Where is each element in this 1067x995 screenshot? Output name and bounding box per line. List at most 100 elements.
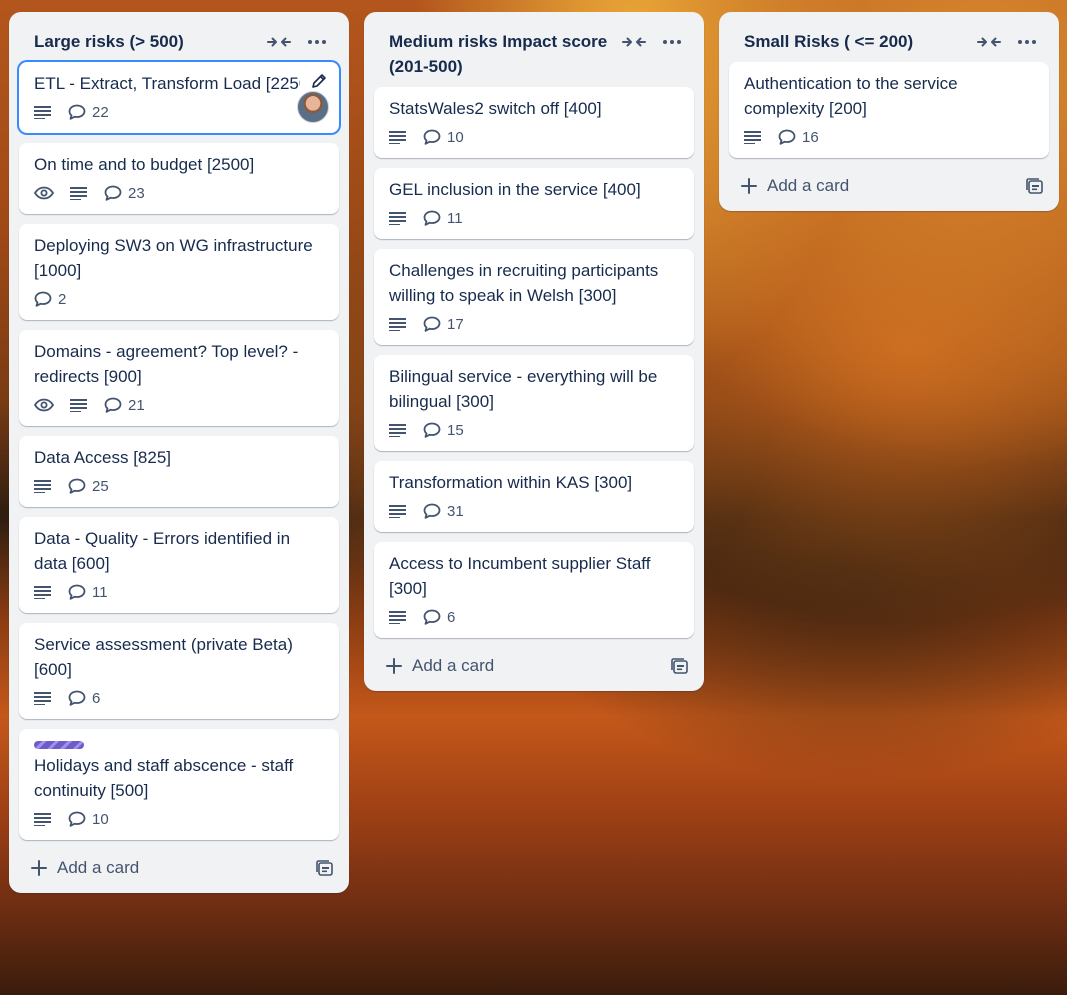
comment-count: 2 [58, 290, 67, 308]
card[interactable]: Access to Incumbent supplier Staff [300]… [374, 542, 694, 638]
list-small-risks: Small Risks ( <= 200) Authentication to … [719, 12, 1059, 211]
card[interactable]: StatsWales2 switch off [400] 10 [374, 87, 694, 158]
ellipsis-icon[interactable] [660, 31, 684, 53]
card[interactable]: On time and to budget [2500] 23 [19, 143, 339, 214]
comment-badge: 2 [34, 291, 66, 308]
card[interactable]: GEL inclusion in the service [400] 11 [374, 168, 694, 239]
card-badges: 15 [389, 419, 679, 441]
comment-count: 31 [447, 502, 464, 520]
card-template-icon[interactable] [1026, 177, 1044, 195]
description-icon [389, 610, 407, 624]
list-header[interactable]: Large risks (> 500) [9, 12, 349, 62]
card[interactable]: Challenges in recruiting participants wi… [374, 249, 694, 345]
card[interactable]: Data Access [825] 25 [19, 436, 339, 507]
list-title[interactable]: Small Risks ( <= 200) [744, 29, 969, 54]
list-header[interactable]: Medium risks Impact score (201-500) [364, 12, 704, 87]
card-label[interactable] [34, 741, 84, 749]
description-icon [70, 186, 88, 200]
description-icon [70, 398, 88, 412]
description-icon [34, 812, 52, 826]
ellipsis-icon[interactable] [1015, 31, 1039, 53]
ellipsis-icon[interactable] [305, 31, 329, 53]
list-header[interactable]: Small Risks ( <= 200) [719, 12, 1059, 62]
collapse-arrows-icon[interactable] [267, 31, 291, 53]
card[interactable]: Authentication to the service complexity… [729, 62, 1049, 158]
card-badges: 23 [34, 182, 324, 204]
card-template-icon[interactable] [671, 657, 689, 675]
card[interactable]: Holidays and staff abscence - staff cont… [19, 729, 339, 840]
card-badges: 11 [389, 207, 679, 229]
comment-icon [423, 503, 441, 519]
list-footer: Add a card [364, 648, 704, 691]
description-icon [389, 317, 407, 331]
list-footer: Add a card [719, 168, 1059, 211]
description-icon [34, 105, 52, 119]
card-template-icon[interactable] [316, 859, 334, 877]
card-title: Bilingual service - everything will be b… [389, 367, 658, 411]
collapse-arrows-icon[interactable] [622, 31, 646, 53]
comment-icon [68, 478, 86, 494]
description-icon [744, 130, 762, 144]
add-card-button[interactable]: Add a card [741, 176, 849, 196]
comment-count: 10 [447, 128, 464, 146]
card-badges: 31 [389, 500, 679, 522]
list-large-risks: Large risks (> 500) ETL - Extract, Trans… [9, 12, 349, 893]
comment-badge: 10 [68, 811, 109, 828]
card[interactable]: Domains - agreement? Top level? - redire… [19, 330, 339, 426]
add-card-button[interactable]: Add a card [386, 656, 494, 676]
card-title: ETL - Extract, Transform Load [2250] [34, 74, 300, 93]
card-badges: 21 [34, 394, 324, 416]
card-list: Authentication to the service complexity… [719, 62, 1059, 158]
card-title: Transformation within KAS [300] [389, 473, 633, 492]
add-card-button[interactable]: Add a card [31, 858, 139, 878]
comment-badge: 6 [423, 609, 455, 626]
card-title: Domains - agreement? Top level? - redire… [34, 342, 299, 386]
plus-icon [741, 178, 757, 194]
comment-count: 15 [447, 421, 464, 439]
comment-badge: 16 [778, 129, 819, 146]
plus-icon [31, 860, 47, 876]
comment-count: 10 [92, 810, 109, 828]
comment-count: 11 [92, 583, 108, 601]
comment-icon [423, 422, 441, 438]
card-title: StatsWales2 switch off [400] [389, 99, 602, 118]
comment-icon [68, 811, 86, 827]
card-title: Authentication to the service complexity… [744, 74, 958, 118]
comment-icon [423, 609, 441, 625]
comment-icon [68, 584, 86, 600]
card[interactable]: Transformation within KAS [300] 31 [374, 461, 694, 532]
card-badges: 17 [389, 313, 679, 335]
add-card-label: Add a card [767, 176, 850, 195]
description-icon [389, 211, 407, 225]
card[interactable]: Bilingual service - everything will be b… [374, 355, 694, 451]
list-title[interactable]: Medium risks Impact score (201-500) [389, 29, 614, 79]
card[interactable]: Service assessment (private Beta) [600] … [19, 623, 339, 719]
comment-badge: 11 [68, 584, 108, 601]
comment-badge: 23 [104, 185, 145, 202]
plus-icon [386, 658, 402, 674]
card[interactable]: Deploying SW3 on WG infrastructure [1000… [19, 224, 339, 320]
card-badges: 6 [389, 606, 679, 628]
card-title: GEL inclusion in the service [400] [389, 180, 641, 199]
card-badges: 11 [34, 581, 324, 603]
comment-badge: 25 [68, 478, 109, 495]
card-badges: 25 [34, 475, 324, 497]
comment-badge: 10 [423, 129, 464, 146]
card[interactable]: Data - Quality - Errors identified in da… [19, 517, 339, 613]
comment-count: 21 [128, 396, 145, 414]
card-title: Access to Incumbent supplier Staff [300] [389, 554, 651, 598]
collapse-arrows-icon[interactable] [977, 31, 1001, 53]
list-title[interactable]: Large risks (> 500) [34, 29, 259, 54]
card-title: Challenges in recruiting participants wi… [389, 261, 659, 305]
description-icon [389, 504, 407, 518]
card[interactable]: ETL - Extract, Transform Load [2250] 22 [19, 62, 339, 133]
comment-icon [104, 397, 122, 413]
comment-badge: 6 [68, 690, 100, 707]
eye-icon [34, 186, 54, 200]
comment-badge: 22 [68, 104, 109, 121]
comment-icon [423, 129, 441, 145]
add-card-label: Add a card [412, 656, 495, 675]
avatar[interactable] [297, 91, 329, 123]
comment-icon [68, 104, 86, 120]
eye-icon [34, 398, 54, 412]
